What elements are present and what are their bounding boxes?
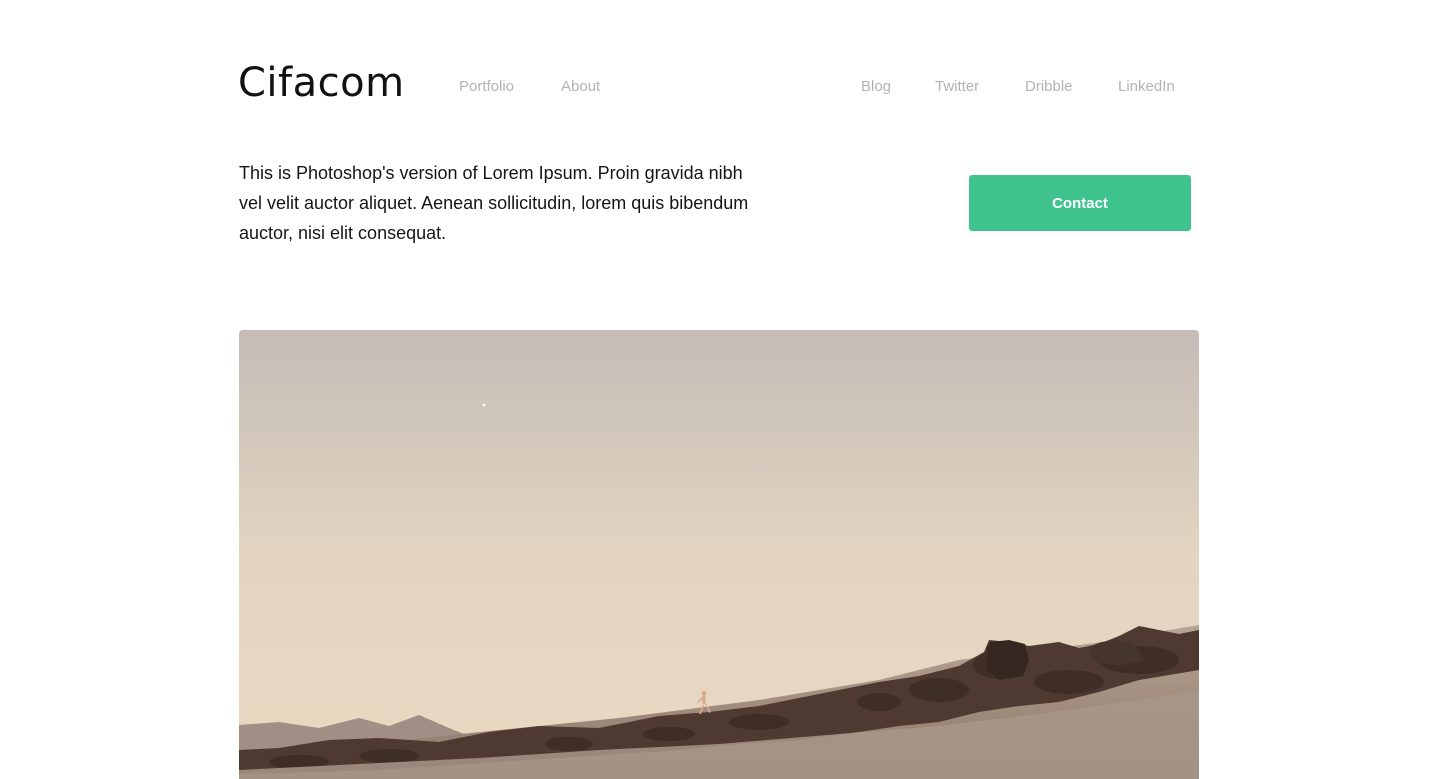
nav-link-dribble[interactable]: Dribble [1025,77,1073,97]
nav-link-blog[interactable]: Blog [861,77,891,97]
contact-button[interactable]: Contact [969,175,1191,231]
intro-text: This is Photoshop's version of Lorem Ips… [239,163,749,243]
site-logo[interactable]: Cifacom [238,58,405,108]
hero-image [239,330,1199,779]
desert-landscape-photo [239,330,1199,779]
nav-link-twitter[interactable]: Twitter [935,77,979,97]
nav-link-about[interactable]: About [561,77,600,97]
nav-link-portfolio[interactable]: Portfolio [459,77,514,97]
page: Cifacom Portfolio About Blog Twitter Dri… [0,0,1437,779]
nav-link-linkedin[interactable]: LinkedIn [1118,77,1175,97]
